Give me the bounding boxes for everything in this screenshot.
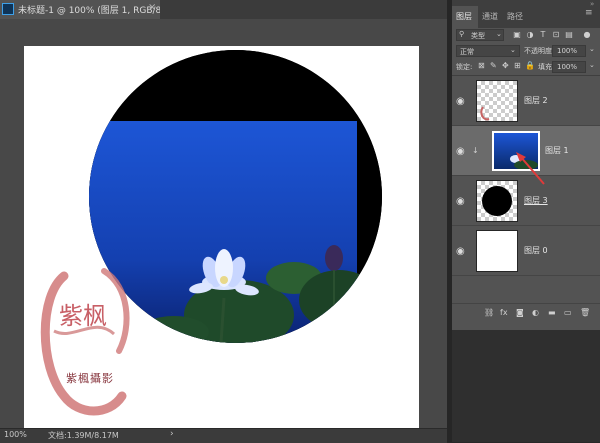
layer-thumbnail <box>476 80 518 122</box>
blend-mode-select[interactable]: 正常 ⌄ <box>456 45 520 57</box>
smart-object-filter-icon[interactable]: ▤ <box>564 30 574 40</box>
search-icon: ⚲ <box>459 30 465 38</box>
layers-panel-footer: ⛓ fx ◙ ◐ ▬ ▭ 🗑 <box>452 303 600 324</box>
document-tab[interactable]: 未标题-1 @ 100% (图层 1, RGB/8*) * × <box>0 0 177 19</box>
layers-list: ◉ 图层 2 ◉ ↓ 图层 1 ◉ 图层 3 ◉ 图层 0 <box>452 75 600 304</box>
new-group-folder-icon[interactable]: ▬ <box>548 308 556 317</box>
lock-label: 锁定: <box>456 63 473 71</box>
layer-style-fx-icon[interactable]: fx <box>500 308 508 317</box>
fill-value: 100% <box>557 63 578 71</box>
chevron-down-icon: ⌄ <box>510 46 516 54</box>
watermark-signature: 紫枫 <box>59 302 107 330</box>
watermark-text: 紫楓攝影 <box>66 372 114 385</box>
lock-transparent-pixels-icon[interactable]: ⊠ <box>478 61 485 70</box>
collapse-panel-icon[interactable]: » <box>590 0 594 8</box>
opacity-dropdown-icon[interactable]: ⌄ <box>589 45 595 53</box>
lock-all-icon[interactable]: 🔒 <box>525 61 535 70</box>
fill-input[interactable]: 100% <box>552 61 586 73</box>
visibility-eye-icon[interactable]: ◉ <box>456 96 465 107</box>
lock-artboard-icon[interactable]: ⊞ <box>514 61 521 70</box>
link-layers-icon[interactable]: ⛓ <box>484 308 494 317</box>
document-canvas[interactable]: 紫枫 紫楓攝影 <box>24 46 419 435</box>
tab-layers[interactable]: 图层 <box>452 6 478 28</box>
fill-dropdown-icon[interactable]: ⌄ <box>589 61 595 69</box>
layer-name[interactable]: 图层 2 <box>524 95 548 106</box>
adjustment-layer-icon[interactable]: ◐ <box>532 308 539 317</box>
close-icon[interactable]: × <box>148 2 156 13</box>
shape-filter-icon[interactable]: ⊡ <box>551 30 561 40</box>
new-layer-icon[interactable]: ▭ <box>564 308 572 317</box>
status-bar: 100% 文档:1.39M/8.17M › <box>0 428 447 443</box>
tab-paths[interactable]: 路径 <box>507 11 523 22</box>
zoom-level[interactable]: 100% <box>4 430 27 439</box>
pixel-filter-icon[interactable]: ▣ <box>512 30 522 40</box>
type-filter-icon[interactable]: T <box>538 30 548 40</box>
canvas-workspace[interactable]: 紫枫 紫楓攝影 <box>0 19 447 435</box>
lock-position-icon[interactable]: ✥ <box>502 61 509 70</box>
tab-channels[interactable]: 通道 <box>482 11 498 22</box>
panel-tab-bar: » 图层 通道 路径 ≡ <box>452 0 600 28</box>
layer-filter-value: 类型 <box>471 32 485 40</box>
layer-thumbnail <box>476 230 518 272</box>
layer-name[interactable]: 图层 0 <box>524 245 548 256</box>
annotation-arrow-icon <box>516 152 545 185</box>
visibility-eye-icon[interactable]: ◉ <box>456 196 465 207</box>
adjustment-filter-icon[interactable]: ◑ <box>525 30 535 40</box>
photoshop-document-icon <box>2 3 14 15</box>
layer-row-layer-0[interactable]: ◉ 图层 0 <box>452 226 600 276</box>
lock-image-pixels-icon[interactable]: ✎ <box>490 61 497 70</box>
delete-layer-icon[interactable]: 🗑 <box>580 308 590 317</box>
filter-toggle-icon[interactable]: ● <box>582 30 592 40</box>
tab-bar-empty <box>160 0 447 19</box>
watermark-seal <box>40 268 130 416</box>
opacity-input[interactable]: 100% <box>552 45 586 57</box>
blend-mode-value: 正常 <box>460 48 474 56</box>
opacity-value: 100% <box>557 47 578 55</box>
status-menu-arrow-icon[interactable]: › <box>170 429 174 439</box>
empty-panel-dock <box>452 330 600 442</box>
visibility-eye-icon[interactable]: ◉ <box>456 246 465 257</box>
panel-menu-icon[interactable]: ≡ <box>585 8 593 18</box>
visibility-eye-icon[interactable]: ◉ <box>456 146 465 157</box>
chevron-down-icon: ⌄ <box>496 30 502 38</box>
add-mask-icon[interactable]: ◙ <box>516 308 524 317</box>
clipping-mask-icon: ↓ <box>472 146 479 155</box>
layer-name[interactable]: 图层 3 <box>524 195 548 206</box>
layer-row-layer-2[interactable]: ◉ 图层 2 <box>452 76 600 126</box>
layer-filter-select[interactable]: ⚲ 类型 ⌄ <box>456 29 504 41</box>
opacity-label: 不透明度: <box>524 47 555 55</box>
document-size-info: 文档:1.39M/8.17M <box>48 431 119 440</box>
tab-layers-label: 图层 <box>456 12 472 21</box>
